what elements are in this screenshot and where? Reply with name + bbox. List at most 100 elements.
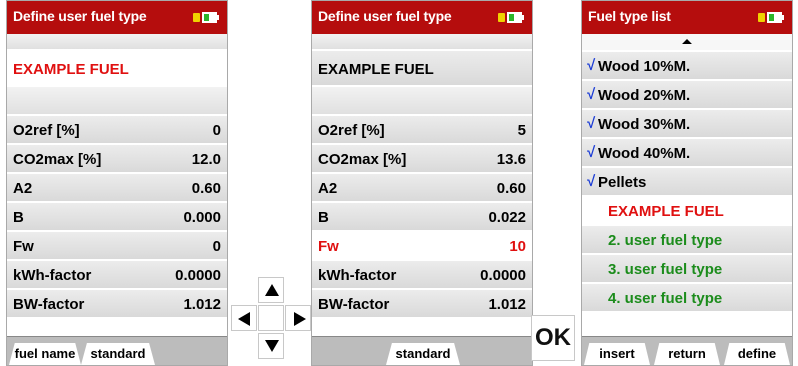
list-item[interactable]: 4. user fuel type	[582, 284, 792, 313]
arrow-up-button[interactable]	[258, 277, 284, 303]
scroll-indicator-row	[582, 34, 792, 52]
list-item[interactable]: 2. user fuel type	[582, 226, 792, 255]
field-b[interactable]: B 0.022	[312, 203, 532, 232]
field-label: O2ref [%]	[318, 122, 385, 139]
field-value: 0	[212, 122, 221, 139]
field-o2ref[interactable]: O2ref [%] 5	[312, 116, 532, 145]
field-value: 0.60	[496, 180, 526, 197]
field-value: 10	[509, 238, 526, 255]
field-bw-factor[interactable]: BW-factor 1.012	[312, 290, 532, 319]
title-bar: Define user fuel type	[312, 1, 532, 34]
arrow-down-button[interactable]	[258, 333, 284, 359]
field-label: kWh-factor	[318, 267, 397, 284]
list-item[interactable]: √ Wood 40%M.	[582, 139, 792, 168]
ok-button[interactable]: OK	[531, 315, 575, 361]
list-item-label: Wood 30%M.	[598, 116, 691, 133]
softkey-standard[interactable]: standard	[386, 343, 460, 365]
softkey-bar: fuel name standard	[7, 336, 227, 365]
list-item[interactable]: 3. user fuel type	[582, 255, 792, 284]
battery-icon	[758, 12, 784, 23]
field-value: 0.0000	[480, 267, 526, 284]
field-kwh-factor[interactable]: kWh-factor 0.0000	[312, 261, 532, 290]
softkey-insert[interactable]: insert	[584, 343, 650, 365]
arrow-keypad	[229, 275, 315, 361]
field-b[interactable]: B 0.000	[7, 203, 227, 232]
fuel-name-field[interactable]: EXAMPLE FUEL	[7, 51, 227, 87]
field-label: A2	[318, 180, 338, 197]
fuel-name-value: EXAMPLE FUEL	[13, 61, 129, 78]
field-label: Fw	[13, 238, 34, 255]
list-item-label: 4. user fuel type	[608, 290, 723, 307]
field-value: 12.0	[191, 151, 221, 168]
arrow-right-button[interactable]	[285, 305, 311, 331]
list-item-selected[interactable]: EXAMPLE FUEL	[582, 197, 792, 226]
fuel-name-value: EXAMPLE FUEL	[318, 61, 434, 78]
battery-icon	[498, 12, 524, 23]
list-item-label: Wood 20%M.	[598, 87, 691, 104]
screen-title: Fuel type list	[588, 8, 671, 24]
device-screen-left: Define user fuel type EXAMPLE FUEL O2ref…	[6, 0, 228, 366]
field-co2max[interactable]: CO2max [%] 13.6	[312, 145, 532, 174]
field-label: kWh-factor	[13, 267, 92, 284]
title-bar: Define user fuel type	[7, 1, 227, 34]
field-a2[interactable]: A2 0.60	[312, 174, 532, 203]
field-kwh-factor[interactable]: kWh-factor 0.0000	[7, 261, 227, 290]
list-item[interactable]: √ Pellets	[582, 168, 792, 197]
field-value: 0	[212, 238, 221, 255]
check-icon: √	[587, 173, 596, 190]
field-value: 13.6	[496, 151, 526, 168]
field-value: 0.000	[183, 209, 221, 226]
list-item-label: 3. user fuel type	[608, 261, 723, 278]
field-co2max[interactable]: CO2max [%] 12.0	[7, 145, 227, 174]
check-icon: √	[587, 115, 596, 132]
device-screen-middle: Define user fuel type EXAMPLE FUEL O2ref…	[311, 0, 533, 366]
field-o2ref[interactable]: O2ref [%] 0	[7, 116, 227, 145]
check-icon: √	[587, 144, 596, 161]
field-label: Fw	[318, 238, 339, 255]
blank-row	[312, 34, 532, 51]
arrow-right-icon	[294, 312, 306, 326]
softkey-standard[interactable]: standard	[81, 343, 155, 365]
blank-row	[7, 34, 227, 51]
list-item[interactable]: √ Wood 20%M.	[582, 81, 792, 110]
blank-row	[7, 87, 227, 116]
field-a2[interactable]: A2 0.60	[7, 174, 227, 203]
field-bw-factor[interactable]: BW-factor 1.012	[7, 290, 227, 319]
blank-row	[312, 87, 532, 116]
arrow-left-button[interactable]	[231, 305, 257, 331]
softkey-return[interactable]: return	[654, 343, 720, 365]
field-value: 0.022	[488, 209, 526, 226]
list-item-label: EXAMPLE FUEL	[608, 203, 724, 220]
field-label: B	[318, 209, 329, 226]
softkey-bar: insert return define	[582, 336, 792, 365]
softkey-fuel-name[interactable]: fuel name	[9, 343, 81, 365]
field-label: BW-factor	[318, 296, 390, 313]
field-label: BW-factor	[13, 296, 85, 313]
screen-title: Define user fuel type	[318, 8, 452, 24]
field-label: A2	[13, 180, 33, 197]
field-value: 0.0000	[175, 267, 221, 284]
list-item-label: Pellets	[598, 174, 647, 191]
check-icon: √	[587, 57, 596, 74]
arrow-center	[258, 305, 284, 331]
field-fw[interactable]: Fw 0	[7, 232, 227, 261]
softkey-define[interactable]: define	[724, 343, 790, 365]
title-bar: Fuel type list	[582, 1, 792, 34]
list-item-label: 2. user fuel type	[608, 232, 723, 249]
fuel-name-field[interactable]: EXAMPLE FUEL	[312, 51, 532, 87]
softkey-bar: standard	[312, 336, 532, 365]
field-value: 5	[517, 122, 526, 139]
list-item[interactable]: √ Wood 10%M.	[582, 52, 792, 81]
field-label: CO2max [%]	[13, 151, 102, 168]
device-screen-right: Fuel type list √ Wood 10%M. √ Wood 20%M. √…	[581, 0, 793, 366]
battery-icon	[193, 12, 219, 23]
list-item-label: Wood 40%M.	[598, 145, 691, 162]
field-label: O2ref [%]	[13, 122, 80, 139]
field-fw-selected[interactable]: Fw 10	[312, 232, 532, 261]
scroll-up-icon	[682, 39, 692, 44]
field-value: 0.60	[191, 180, 221, 197]
arrow-up-icon	[265, 284, 279, 296]
field-value: 1.012	[488, 296, 526, 313]
list-item-label: Wood 10%M.	[598, 58, 691, 75]
list-item[interactable]: √ Wood 30%M.	[582, 110, 792, 139]
